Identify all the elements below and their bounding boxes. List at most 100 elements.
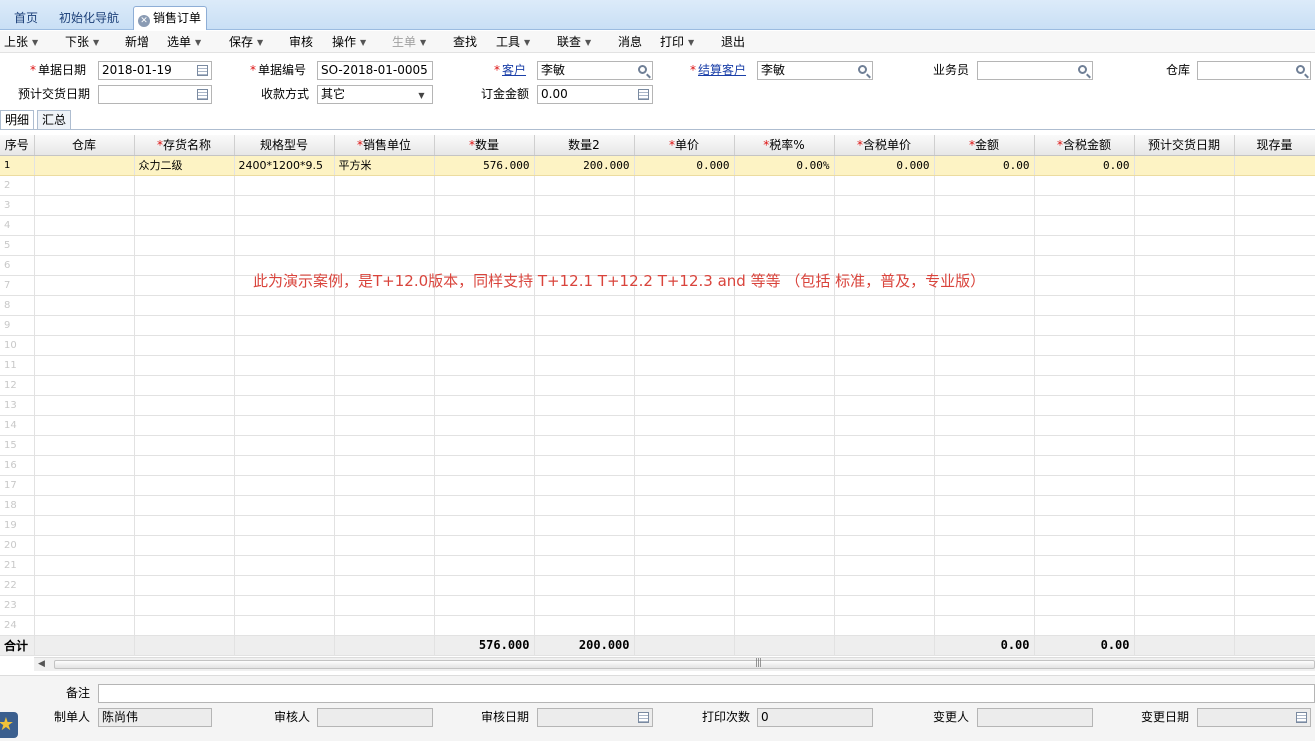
table-cell[interactable]: 0.000 bbox=[834, 155, 935, 176]
table-cell[interactable] bbox=[334, 535, 435, 556]
table-cell[interactable]: 10 bbox=[0, 335, 35, 356]
table-cell[interactable] bbox=[1134, 195, 1235, 216]
table-cell[interactable] bbox=[834, 455, 935, 476]
table-cell[interactable] bbox=[434, 375, 535, 396]
table-cell[interactable]: 平方米 bbox=[334, 155, 435, 176]
table-row[interactable]: 10 bbox=[0, 335, 1315, 356]
table-cell[interactable] bbox=[134, 255, 235, 276]
table-cell[interactable] bbox=[734, 515, 835, 536]
table-cell[interactable] bbox=[234, 555, 335, 576]
table-cell[interactable] bbox=[1134, 435, 1235, 456]
table-cell[interactable] bbox=[334, 455, 435, 476]
table-row[interactable]: 8 bbox=[0, 295, 1315, 316]
table-cell[interactable] bbox=[434, 335, 535, 356]
table-cell[interactable] bbox=[434, 315, 535, 336]
table-cell[interactable] bbox=[934, 335, 1035, 356]
doc-date-field[interactable]: 2018-01-19 bbox=[98, 61, 212, 80]
table-cell[interactable] bbox=[434, 215, 535, 236]
table-cell[interactable] bbox=[934, 495, 1035, 516]
table-cell[interactable] bbox=[734, 495, 835, 516]
table-cell[interactable] bbox=[634, 595, 735, 616]
search-icon[interactable] bbox=[1078, 65, 1087, 74]
table-cell[interactable] bbox=[34, 255, 135, 276]
table-cell[interactable] bbox=[934, 615, 1035, 636]
table-cell[interactable] bbox=[834, 375, 935, 396]
tab-init-nav[interactable]: 初始化导航 bbox=[59, 7, 119, 29]
table-cell[interactable] bbox=[34, 395, 135, 416]
table-cell[interactable] bbox=[834, 355, 935, 376]
table-cell[interactable] bbox=[1234, 215, 1315, 236]
table-cell[interactable]: 5 bbox=[0, 235, 35, 256]
table-cell[interactable] bbox=[534, 375, 635, 396]
table-cell[interactable]: 17 bbox=[0, 475, 35, 496]
table-cell[interactable]: 23 bbox=[0, 595, 35, 616]
table-cell[interactable]: 1 bbox=[0, 155, 35, 176]
column-header[interactable]: *含税单价 bbox=[834, 135, 935, 156]
table-cell[interactable] bbox=[934, 455, 1035, 476]
table-cell[interactable] bbox=[234, 335, 335, 356]
table-cell[interactable] bbox=[134, 315, 235, 336]
operation-button[interactable]: 操作 ▼ bbox=[332, 34, 366, 50]
deposit-field[interactable]: 0.00 bbox=[537, 85, 653, 104]
table-cell[interactable] bbox=[1134, 255, 1235, 276]
table-cell[interactable]: 2400*1200*9.5 bbox=[234, 155, 335, 176]
table-cell[interactable] bbox=[334, 215, 435, 236]
warehouse-field[interactable] bbox=[1197, 61, 1311, 80]
table-cell[interactable]: 20 bbox=[0, 535, 35, 556]
table-cell[interactable]: 3 bbox=[0, 195, 35, 216]
table-cell[interactable] bbox=[834, 535, 935, 556]
favorites-star-icon[interactable]: ★ bbox=[0, 712, 18, 738]
table-cell[interactable] bbox=[234, 315, 335, 336]
table-row[interactable]: 4 bbox=[0, 215, 1315, 236]
table-cell[interactable] bbox=[34, 415, 135, 436]
table-cell[interactable] bbox=[1234, 255, 1315, 276]
salesman-field[interactable] bbox=[977, 61, 1093, 80]
table-cell[interactable] bbox=[934, 535, 1035, 556]
table-row[interactable]: 20 bbox=[0, 535, 1315, 556]
table-cell[interactable] bbox=[434, 555, 535, 576]
table-cell[interactable] bbox=[834, 415, 935, 436]
table-cell[interactable]: 7 bbox=[0, 275, 35, 296]
table-cell[interactable] bbox=[934, 415, 1035, 436]
calculator-icon[interactable] bbox=[638, 89, 649, 100]
table-cell[interactable] bbox=[34, 215, 135, 236]
table-cell[interactable] bbox=[834, 495, 935, 516]
column-header[interactable]: 预计交货日期 bbox=[1134, 135, 1235, 156]
scroll-thumb[interactable]: ||| bbox=[54, 658, 1315, 669]
table-row[interactable]: 1 众力二级 2400*1200*9.5 平方米 576.000 200.000 0.000… bbox=[0, 155, 1315, 176]
table-cell[interactable] bbox=[34, 155, 135, 176]
column-header[interactable]: *单价 bbox=[634, 135, 735, 156]
table-cell[interactable] bbox=[934, 215, 1035, 236]
table-cell[interactable] bbox=[534, 355, 635, 376]
table-row[interactable]: 12 bbox=[0, 375, 1315, 396]
column-header[interactable]: 现存量 bbox=[1234, 135, 1315, 156]
table-cell[interactable] bbox=[134, 535, 235, 556]
table-cell[interactable] bbox=[734, 355, 835, 376]
table-cell[interactable] bbox=[634, 535, 735, 556]
column-header[interactable]: *存货名称 bbox=[134, 135, 235, 156]
table-cell[interactable] bbox=[834, 475, 935, 496]
table-cell[interactable] bbox=[734, 555, 835, 576]
table-cell[interactable] bbox=[334, 335, 435, 356]
table-cell[interactable] bbox=[134, 235, 235, 256]
table-cell[interactable] bbox=[434, 535, 535, 556]
table-cell[interactable] bbox=[1134, 375, 1235, 396]
close-icon[interactable]: ✕ bbox=[138, 15, 150, 27]
table-cell[interactable] bbox=[1234, 495, 1315, 516]
table-cell[interactable] bbox=[1134, 335, 1235, 356]
search-icon[interactable] bbox=[858, 65, 867, 74]
table-row[interactable]: 2 bbox=[0, 175, 1315, 196]
table-cell[interactable] bbox=[1034, 335, 1135, 356]
table-cell[interactable]: 24 bbox=[0, 615, 35, 636]
table-cell[interactable] bbox=[534, 535, 635, 556]
table-cell[interactable] bbox=[334, 375, 435, 396]
table-cell[interactable] bbox=[1234, 315, 1315, 336]
table-cell[interactable] bbox=[1234, 275, 1315, 296]
table-cell[interactable] bbox=[134, 215, 235, 236]
table-cell[interactable] bbox=[934, 175, 1035, 196]
table-cell[interactable] bbox=[534, 315, 635, 336]
table-cell[interactable] bbox=[334, 595, 435, 616]
table-cell[interactable] bbox=[1034, 275, 1135, 296]
table-cell[interactable] bbox=[934, 575, 1035, 596]
find-button[interactable]: 查找 bbox=[453, 34, 477, 50]
